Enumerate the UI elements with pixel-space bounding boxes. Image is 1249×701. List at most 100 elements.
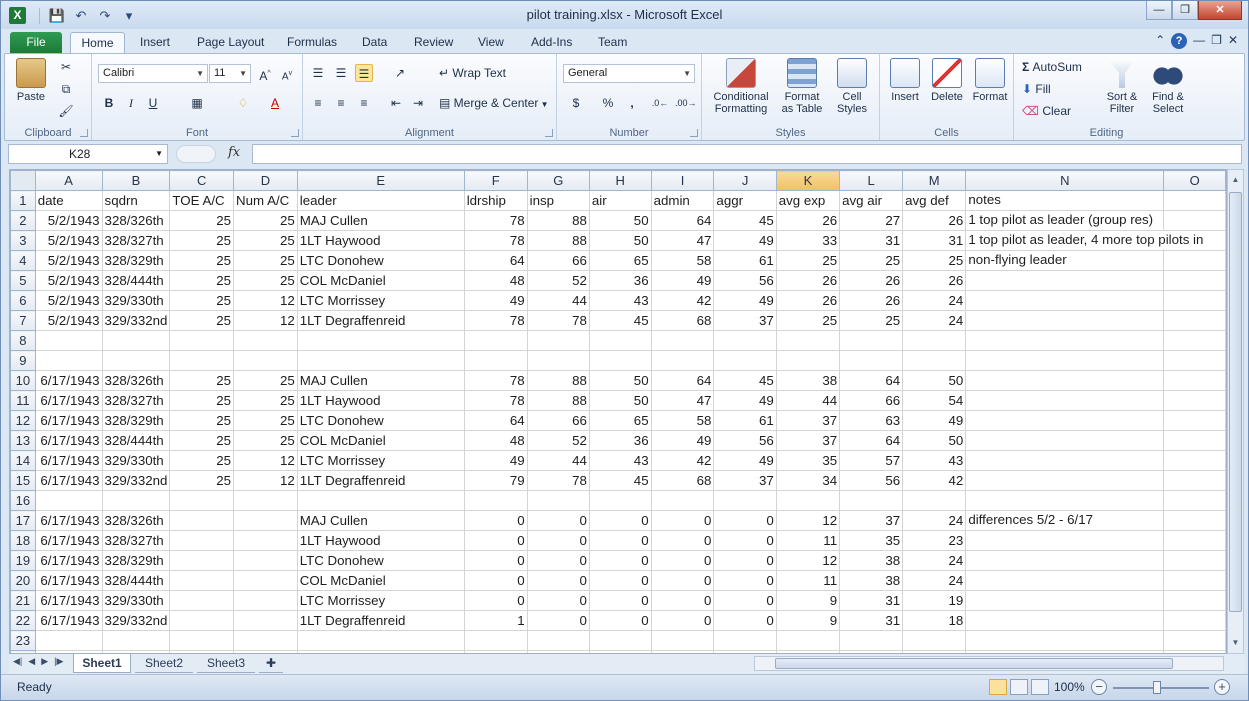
cell-h3[interactable]: 50 xyxy=(588,230,652,251)
cell-j1[interactable]: aggr xyxy=(713,190,777,211)
page-break-view-icon[interactable] xyxy=(1031,679,1049,695)
cell-d17[interactable] xyxy=(233,510,298,531)
cell-l19[interactable]: 38 xyxy=(839,550,904,571)
cell-m15[interactable]: 42 xyxy=(902,470,967,491)
zoom-level[interactable]: 100% xyxy=(1054,680,1085,694)
cell-o15[interactable] xyxy=(1163,470,1226,491)
row-header[interactable]: 8 xyxy=(10,330,36,351)
cell-c5[interactable]: 25 xyxy=(169,270,235,291)
cell-e20[interactable]: COL McDaniel xyxy=(296,570,465,591)
tab-insert[interactable]: Insert xyxy=(140,32,170,53)
column-header-l[interactable]: L xyxy=(839,170,904,191)
row-header[interactable]: 3 xyxy=(10,230,36,251)
cell-l6[interactable]: 26 xyxy=(839,290,904,311)
formula-input[interactable] xyxy=(252,144,1242,164)
cell-h7[interactable]: 45 xyxy=(588,310,652,331)
row-header[interactable]: 20 xyxy=(10,570,36,591)
cell-b1[interactable]: sqdrn xyxy=(101,190,171,211)
tab-formulas[interactable]: Formulas xyxy=(287,32,337,53)
cell-i20[interactable]: 0 xyxy=(650,570,715,591)
sheet-tab-sheet3[interactable]: Sheet3 xyxy=(197,654,255,673)
comma-button[interactable]: , xyxy=(623,94,641,112)
orientation-icon[interactable]: ↗ xyxy=(391,64,409,82)
cell-h12[interactable]: 65 xyxy=(588,410,652,431)
cell-e14[interactable]: LTC Morrissey xyxy=(296,450,465,471)
cell-n21[interactable] xyxy=(965,590,1165,611)
cell-e1[interactable]: leader xyxy=(296,190,465,211)
help-icon[interactable]: ? xyxy=(1171,33,1188,49)
conditional-formatting-button[interactable]: Conditional Formatting xyxy=(708,58,774,115)
cell-m3[interactable]: 31 xyxy=(902,230,967,251)
sort-filter-button[interactable]: Sort & Filter xyxy=(1102,58,1142,115)
row-header[interactable]: 4 xyxy=(10,250,36,271)
align-top-icon[interactable]: ☰ xyxy=(309,64,327,82)
zoom-slider-track[interactable] xyxy=(1113,687,1209,689)
cell-l3[interactable]: 31 xyxy=(839,230,904,251)
cell-j22[interactable]: 0 xyxy=(713,610,777,631)
cell-h6[interactable]: 43 xyxy=(588,290,652,311)
cell-o23[interactable] xyxy=(1163,630,1226,651)
row-header[interactable]: 21 xyxy=(10,590,36,611)
cell-e2[interactable]: MAJ Cullen xyxy=(296,210,465,231)
align-middle-icon[interactable]: ☰ xyxy=(332,64,350,82)
cell-g8[interactable] xyxy=(526,330,590,351)
cell-n10[interactable] xyxy=(965,370,1165,391)
cell-j9[interactable] xyxy=(713,350,777,371)
cell-h13[interactable]: 36 xyxy=(588,430,652,451)
cell-h14[interactable]: 43 xyxy=(588,450,652,471)
row-header[interactable]: 7 xyxy=(10,310,36,331)
cell-e13[interactable]: COL McDaniel xyxy=(296,430,465,451)
cell-a15[interactable]: 6/17/1943 xyxy=(34,470,103,491)
cell-n9[interactable] xyxy=(965,350,1165,371)
cell-h4[interactable]: 65 xyxy=(588,250,652,271)
cell-g14[interactable]: 44 xyxy=(526,450,590,471)
cell-n20[interactable] xyxy=(965,570,1165,591)
cell-i4[interactable]: 58 xyxy=(650,250,715,271)
cell-a20[interactable]: 6/17/1943 xyxy=(34,570,103,591)
row-header[interactable]: 15 xyxy=(10,470,36,491)
cell-g16[interactable] xyxy=(526,490,590,511)
shrink-font-icon[interactable]: Av xyxy=(278,65,296,83)
cell-e10[interactable]: MAJ Cullen xyxy=(296,370,465,391)
cell-c6[interactable]: 25 xyxy=(169,290,235,311)
cell-o9[interactable] xyxy=(1163,350,1226,371)
cell-d8[interactable] xyxy=(233,330,298,351)
cell-g5[interactable]: 52 xyxy=(526,270,590,291)
cell-b21[interactable]: 329/330th xyxy=(101,590,171,611)
cell-e12[interactable]: LTC Donohew xyxy=(296,410,465,431)
cell-c21[interactable] xyxy=(169,590,235,611)
cell-f17[interactable]: 0 xyxy=(463,510,528,531)
cell-a5[interactable]: 5/2/1943 xyxy=(34,270,103,291)
cell-e9[interactable] xyxy=(296,350,465,371)
cell-e21[interactable]: LTC Morrissey xyxy=(296,590,465,611)
cell-g13[interactable]: 52 xyxy=(526,430,590,451)
cell-b11[interactable]: 328/327th xyxy=(101,390,171,411)
scroll-up-icon[interactable]: ▲ xyxy=(1228,172,1243,188)
delete-cells-button[interactable]: Delete xyxy=(928,58,966,103)
cell-o11[interactable] xyxy=(1163,390,1226,411)
cell-e6[interactable]: LTC Morrissey xyxy=(296,290,465,311)
cell-d4[interactable]: 25 xyxy=(233,250,298,271)
cell-d6[interactable]: 12 xyxy=(233,290,298,311)
cell-i21[interactable]: 0 xyxy=(650,590,715,611)
cell-f2[interactable]: 78 xyxy=(463,210,528,231)
cell-k12[interactable]: 37 xyxy=(775,410,841,431)
cell-e8[interactable] xyxy=(296,330,465,351)
cell-h10[interactable]: 50 xyxy=(588,370,652,391)
cell-b6[interactable]: 329/330th xyxy=(101,290,171,311)
cell-c20[interactable] xyxy=(169,570,235,591)
cell-b8[interactable] xyxy=(101,330,171,351)
cell-f6[interactable]: 49 xyxy=(463,290,528,311)
cell-b2[interactable]: 328/326th xyxy=(101,210,171,231)
cell-j7[interactable]: 37 xyxy=(713,310,777,331)
cell-d13[interactable]: 25 xyxy=(233,430,298,451)
cell-d22[interactable] xyxy=(233,610,298,631)
cell-a7[interactable]: 5/2/1943 xyxy=(34,310,103,331)
cell-f4[interactable]: 64 xyxy=(463,250,528,271)
cell-g18[interactable]: 0 xyxy=(526,530,590,551)
cell-l17[interactable]: 37 xyxy=(839,510,904,531)
horizontal-scroll-thumb[interactable] xyxy=(775,658,1173,669)
cell-i11[interactable]: 47 xyxy=(650,390,715,411)
cell-e7[interactable]: 1LT Degraffenreid xyxy=(296,310,465,331)
cell-h16[interactable] xyxy=(588,490,652,511)
